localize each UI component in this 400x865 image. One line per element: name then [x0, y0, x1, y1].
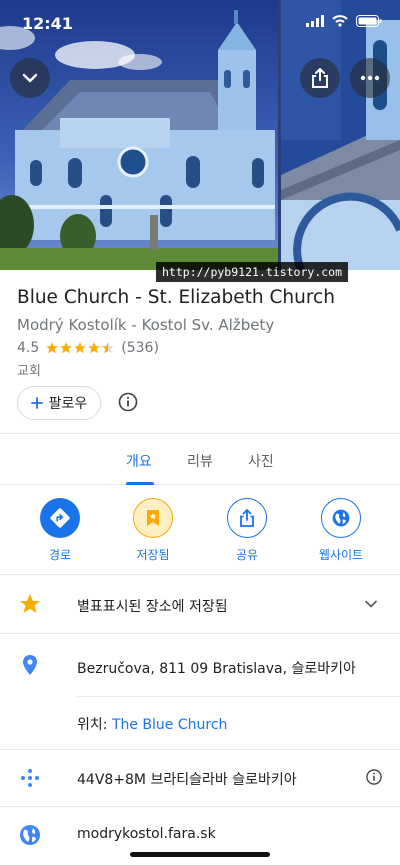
status-time: 12:41: [22, 14, 73, 33]
directions-icon: [50, 508, 70, 528]
review-count: (536): [121, 340, 159, 356]
status-icons: [306, 15, 382, 27]
location-pin-icon: [23, 655, 37, 675]
more-options-button[interactable]: [350, 58, 390, 98]
address-text: Bezručova, 811 09 Bratislava, 슬로바키아: [77, 661, 356, 677]
website-label: 웹사이트: [318, 548, 364, 562]
place-sheet: Blue Church - St. Elizabeth Church Modrý…: [0, 270, 400, 865]
located-in-link[interactable]: The Blue Church: [112, 717, 227, 733]
located-in-label: 위치:: [77, 717, 108, 733]
info-icon[interactable]: [116, 390, 140, 414]
wifi-icon: [332, 15, 348, 27]
saved-list-row[interactable]: 별표표시된 장소에 저장됨: [0, 575, 400, 633]
globe-icon: [332, 509, 350, 527]
website-circle: [321, 498, 361, 538]
hero-photos[interactable]: 12:41: [0, 0, 400, 270]
directions-label: 경로: [48, 548, 72, 562]
share-label: 공유: [235, 548, 259, 562]
tab-photos[interactable]: 사진: [248, 451, 274, 471]
status-bar: 12:41: [0, 0, 400, 46]
star-icon: [46, 342, 59, 354]
more-horizontal-icon: [360, 75, 380, 81]
star-half-icon: [102, 342, 115, 354]
plus-icon: [30, 397, 43, 409]
located-in-text: 위치: The Blue Church: [77, 714, 227, 734]
website-button[interactable]: 웹사이트: [301, 498, 381, 563]
plus-code-row[interactable]: 44V8+8M 브라티슬라바 슬로바키아: [0, 750, 400, 806]
watermark-url: http://pyb9121.tistory.com: [156, 262, 349, 282]
action-buttons: 경로 저장됨 공유 웹사이트: [0, 485, 400, 575]
place-subtitle: Modrý Kostolík - Kostol Sv. Alžbety: [17, 316, 275, 334]
follow-button[interactable]: 팔로우: [17, 386, 101, 420]
collapse-button[interactable]: [10, 58, 50, 98]
share-icon: [240, 509, 254, 527]
saved-circle: [133, 498, 173, 538]
star-icon: [74, 342, 87, 354]
share-button[interactable]: 공유: [207, 498, 287, 563]
rating-value: 4.5: [17, 340, 40, 356]
plus-code-text: 44V8+8M 브라티슬라바 슬로바키아: [77, 772, 297, 788]
directions-circle: [40, 498, 80, 538]
globe-icon: [20, 825, 40, 845]
place-title: Blue Church - St. Elizabeth Church: [17, 287, 335, 308]
battery-icon: [356, 15, 382, 27]
star-icon: [60, 342, 73, 354]
tab-reviews[interactable]: 리뷰: [187, 451, 213, 471]
tab-overview[interactable]: 개요: [126, 451, 152, 471]
tab-bar: 개요 리뷰 사진: [0, 433, 400, 485]
rating-stars: [45, 341, 115, 355]
located-in-row[interactable]: 위치: The Blue Church: [0, 697, 400, 749]
website-text: modrykostol.fara.sk: [77, 826, 216, 842]
share-circle: [227, 498, 267, 538]
follow-label: 팔로우: [48, 396, 88, 412]
share-icon: [312, 68, 328, 88]
saved-label: 저장됨: [136, 548, 170, 562]
place-category: 교회: [17, 364, 41, 379]
share-photo-button[interactable]: [300, 58, 340, 98]
home-indicator[interactable]: [130, 852, 270, 857]
address-row[interactable]: Bezručova, 811 09 Bratislava, 슬로바키아: [0, 634, 400, 696]
saved-list-text: 별표표시된 장소에 저장됨: [77, 599, 228, 615]
rating-row[interactable]: 4.5 (536): [17, 340, 159, 356]
chevron-down-icon[interactable]: [364, 597, 378, 611]
cellular-signal-icon: [306, 15, 324, 27]
saved-button[interactable]: 저장됨: [113, 498, 193, 563]
star-icon: [20, 594, 40, 613]
star-icon: [88, 342, 101, 354]
bookmark-icon: [147, 510, 159, 526]
plus-code-icon: [21, 769, 39, 787]
chevron-down-icon: [22, 73, 38, 83]
info-icon[interactable]: [364, 767, 384, 787]
directions-button[interactable]: 경로: [20, 498, 100, 563]
